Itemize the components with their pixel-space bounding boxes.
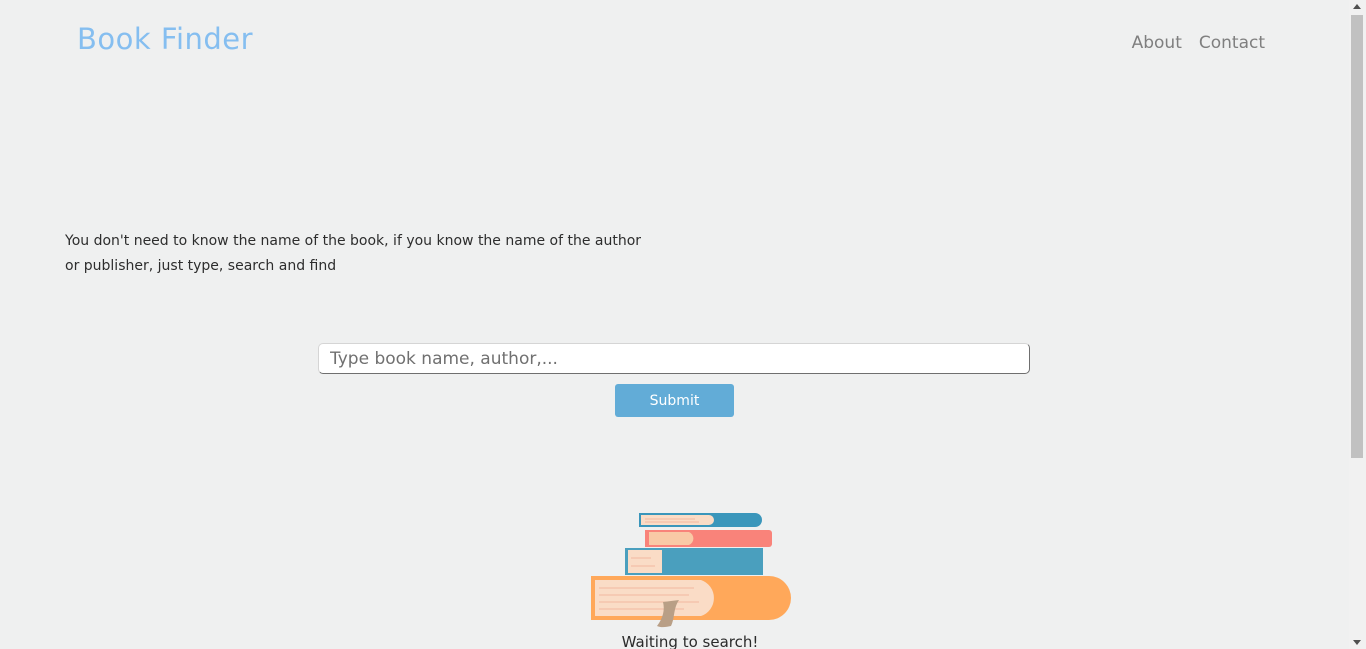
nav-link-contact[interactable]: Contact — [1199, 33, 1265, 53]
nav-link-about[interactable]: About — [1132, 33, 1182, 53]
intro-text: You don't need to know the name of the b… — [65, 229, 705, 279]
submit-button[interactable]: Submit — [615, 384, 734, 417]
vertical-scrollbar[interactable] — [1349, 0, 1366, 649]
status-text: Waiting to search! — [621, 633, 759, 649]
search-input[interactable] — [318, 343, 1030, 374]
intro-line-2: or publisher, just type, search and find — [65, 258, 337, 274]
scroll-up-icon[interactable] — [1353, 4, 1361, 9]
intro-line-1: You don't need to know the name of the b… — [65, 233, 642, 249]
scrollbar-thumb[interactable] — [1351, 15, 1363, 458]
logo[interactable]: Book Finder — [77, 22, 253, 56]
scroll-down-icon[interactable] — [1353, 640, 1361, 645]
top-nav: About Contact — [1132, 33, 1265, 53]
page: Book Finder About Contact You don't need… — [0, 0, 1366, 649]
stack-of-books-icon — [591, 513, 791, 628]
